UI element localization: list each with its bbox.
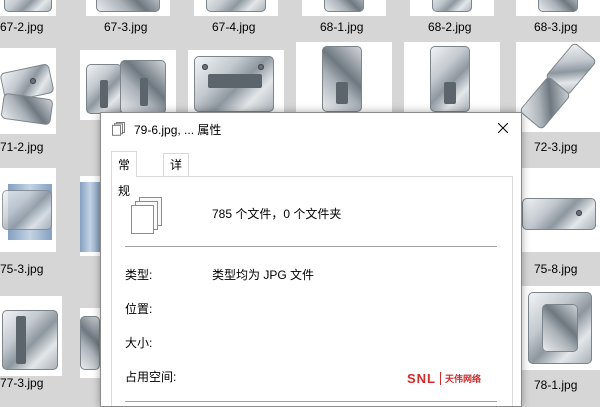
file-thumbnail: [0, 48, 56, 134]
size-label: 大小:: [125, 336, 153, 350]
file-thumbnail: [520, 168, 600, 252]
watermark-divider: [440, 372, 441, 385]
close-button[interactable]: [485, 113, 521, 145]
file-name: 71-2.jpg: [0, 140, 44, 154]
file-tile[interactable]: 72-3.jpg: [510, 42, 600, 160]
file-tile[interactable]: 78-1.jpg: [520, 286, 600, 400]
selection-summary: 785 个文件，0 个文件夹: [212, 207, 342, 221]
file-name: 68-1.jpg: [320, 20, 364, 34]
file-tile[interactable]: 67-2.jpg: [0, 0, 60, 40]
file-name: 75-8.jpg: [534, 262, 578, 276]
file-thumbnail: [0, 0, 56, 16]
watermark-sub: 天伟网络: [445, 374, 482, 384]
file-name: 72-3.jpg: [534, 140, 578, 154]
file-tile[interactable]: 68-3.jpg: [510, 0, 600, 40]
file-thumbnail[interactable]: [80, 308, 102, 378]
file-tile[interactable]: 67-4.jpg: [188, 0, 288, 40]
type-label: 类型:: [125, 268, 153, 282]
size-on-disk-label: 占用空间:: [125, 370, 177, 384]
file-thumbnail[interactable]: [188, 50, 284, 120]
multiple-files-icon: [129, 197, 165, 237]
watermark-logo: SNL 天伟网络: [407, 371, 481, 386]
file-tile[interactable]: 68-2.jpg: [404, 0, 504, 40]
file-name: 77-3.jpg: [0, 376, 44, 390]
file-name: 67-3.jpg: [104, 20, 148, 34]
close-icon: [497, 122, 509, 136]
tab-general[interactable]: 常规: [111, 151, 138, 198]
watermark-main: SNL: [407, 371, 436, 386]
file-tile[interactable]: 68-1.jpg: [296, 0, 396, 40]
file-thumbnail: [520, 286, 600, 370]
multiple-files-icon: [112, 122, 126, 136]
properties-dialog: 79-6.jpg, ... 属性 常规 详细信息 785 个文件，0 个文件夹 …: [100, 112, 522, 407]
type-value: 类型均为 JPG 文件: [212, 268, 315, 282]
divider: [125, 401, 497, 402]
file-thumbnail: [410, 0, 494, 16]
file-thumbnail: [86, 0, 170, 16]
file-thumbnail: [0, 168, 56, 252]
file-name: 68-2.jpg: [428, 20, 472, 34]
file-thumbnail[interactable]: [80, 50, 176, 120]
file-thumbnail: [516, 42, 600, 132]
divider: [125, 246, 497, 247]
file-name: 78-1.jpg: [534, 378, 578, 392]
file-name: 75-3.jpg: [0, 262, 44, 276]
file-thumbnail: [0, 296, 62, 376]
file-tile[interactable]: 71-2.jpg: [0, 42, 60, 160]
dialog-title: 79-6.jpg, ... 属性: [134, 123, 222, 137]
file-tile[interactable]: 75-8.jpg: [520, 168, 600, 278]
file-thumbnail: [194, 0, 278, 16]
file-name: 68-3.jpg: [534, 20, 578, 34]
file-thumbnail: [302, 0, 386, 16]
file-name: 67-2.jpg: [0, 20, 44, 34]
tab-details[interactable]: 详细信息: [163, 153, 190, 238]
file-tile[interactable]: 75-3.jpg: [0, 168, 60, 278]
file-thumbnail[interactable]: [80, 176, 102, 256]
file-tile[interactable]: 67-3.jpg: [80, 0, 180, 40]
file-thumbnail[interactable]: [404, 42, 500, 112]
file-name: 67-4.jpg: [212, 20, 256, 34]
dialog-title-bar[interactable]: 79-6.jpg, ... 属性: [101, 113, 521, 145]
file-thumbnail: [516, 0, 600, 16]
file-thumbnail[interactable]: [296, 42, 392, 112]
location-label: 位置:: [125, 302, 153, 316]
file-tile[interactable]: 77-3.jpg: [0, 290, 62, 400]
